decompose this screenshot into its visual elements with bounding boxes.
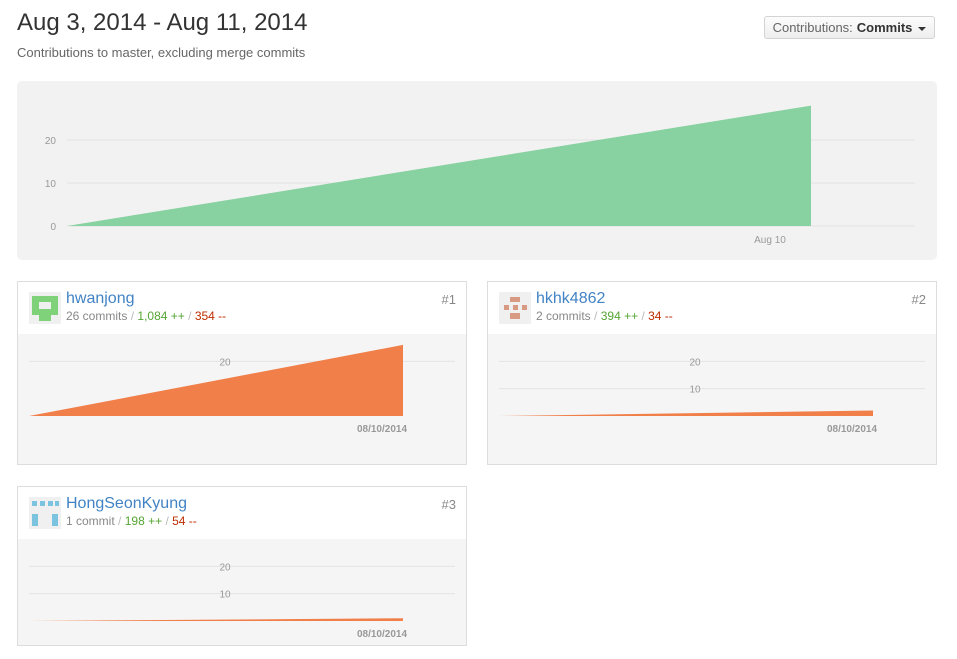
commit-count: 1 commit — [66, 514, 115, 528]
main-chart-svg: 0 10 20 Aug 10 — [45, 105, 915, 246]
y-tick-label: 10 — [689, 385, 701, 396]
y-tick-label: 20 — [219, 357, 231, 368]
contributor-card-header: hwanjong 26 commits / 1,084 ++ / 354 -- … — [18, 282, 466, 335]
additions-count: 1,084 ++ — [137, 309, 185, 323]
contributor-card: hwanjong 26 commits / 1,084 ++ / 354 -- … — [17, 281, 467, 465]
avatar[interactable] — [29, 497, 61, 529]
caret-down-icon — [918, 26, 927, 31]
contributor-rank: #1 — [441, 292, 456, 307]
deletions-count: 54 -- — [172, 514, 197, 528]
series-area — [29, 344, 403, 416]
commit-count: 2 commits — [536, 309, 591, 323]
stats-separator: / — [165, 514, 169, 528]
y-tick-label: 20 — [219, 562, 231, 573]
avatar[interactable] — [29, 292, 61, 324]
stats-separator: / — [130, 309, 135, 323]
series-area — [499, 410, 873, 416]
commits-over-time-chart: 0 10 20 Aug 10 — [17, 81, 937, 260]
deletions-count: 34 -- — [648, 309, 673, 323]
contributor-chart-svg: 10 20 08/10/2014 — [29, 562, 455, 640]
x-tick-label: 08/10/2014 — [827, 424, 877, 435]
avatar[interactable] — [499, 292, 531, 324]
contributor-chart: 10 20 08/10/2014 — [18, 539, 466, 645]
page-title: Aug 3, 2014 - Aug 11, 2014 — [17, 9, 308, 36]
contributor-name-link[interactable]: hkhk4862 — [536, 290, 605, 308]
identicon-blue-icon — [29, 497, 61, 529]
contributor-card: hkhk4862 2 commits / 394 ++ / 34 -- #2 1… — [487, 281, 937, 465]
stats-separator: / — [594, 309, 598, 323]
dropdown-prefix: Contributions: — [772, 20, 853, 35]
contributor-rank: #2 — [911, 292, 926, 307]
stats-separator: / — [118, 514, 122, 528]
additions-count: 394 ++ — [600, 309, 639, 323]
contributor-stats: 26 commits / 1,084 ++ / 354 -- — [66, 309, 226, 323]
stats-separator: / — [641, 309, 645, 323]
additions-count: 198 ++ — [124, 514, 163, 528]
contributor-card-header: hkhk4862 2 commits / 394 ++ / 34 -- #2 — [488, 282, 936, 335]
contributor-card-header: HongSeonKyung 1 commit / 198 ++ / 54 -- … — [18, 487, 466, 540]
series-area — [29, 618, 403, 621]
identicon-green-icon — [29, 292, 61, 324]
deletions-count: 354 -- — [194, 309, 227, 323]
x-tick-label: 08/10/2014 — [357, 424, 407, 435]
dropdown-selected-value: Commits — [856, 20, 913, 35]
contributor-card: HongSeonKyung 1 commit / 198 ++ / 54 -- … — [17, 486, 467, 646]
contributor-name-link[interactable]: hwanjong — [66, 290, 135, 308]
y-tick-label: 10 — [219, 590, 231, 601]
contributor-rank: #3 — [441, 497, 456, 512]
contributions-type-dropdown[interactable]: Contributions: Commits — [764, 16, 935, 39]
contributor-stats: 2 commits / 394 ++ / 34 -- — [536, 309, 673, 323]
y-tick-label: 0 — [50, 222, 56, 233]
contributor-name-link[interactable]: HongSeonKyung — [66, 495, 187, 513]
contributor-stats: 1 commit / 198 ++ / 54 -- — [66, 514, 197, 528]
page-subtitle: Contributions to master, excluding merge… — [17, 45, 306, 60]
stats-separator: / — [188, 309, 192, 323]
y-tick-label: 10 — [45, 179, 57, 190]
identicon-brown-icon — [499, 292, 531, 324]
contributor-chart: 20 08/10/2014 — [18, 334, 466, 464]
y-tick-label: 20 — [689, 357, 701, 368]
x-tick-label: 08/10/2014 — [357, 629, 407, 640]
y-tick-label: 20 — [45, 136, 57, 147]
commit-count: 26 commits — [66, 309, 128, 323]
x-tick-label: Aug 10 — [754, 235, 786, 246]
contributor-chart-svg: 10 20 08/10/2014 — [499, 357, 925, 435]
contributor-chart: 10 20 08/10/2014 — [488, 334, 936, 464]
series-area — [67, 105, 811, 226]
contributor-chart-svg: 20 08/10/2014 — [29, 344, 455, 435]
